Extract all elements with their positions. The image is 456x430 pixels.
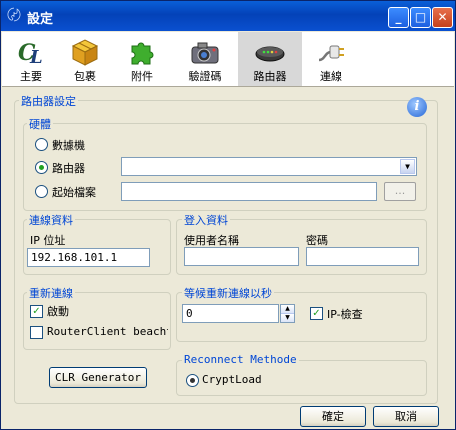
tab-connection[interactable]: 連線: [304, 32, 358, 86]
browse-button[interactable]: ...: [384, 182, 416, 201]
spin-up-icon[interactable]: ▲: [281, 305, 294, 314]
ip-label: IP 位址: [30, 234, 66, 247]
radio-script-label: 起始檔案: [52, 186, 96, 199]
app-icon: 〄: [7, 8, 21, 24]
tab-main[interactable]: C L 主要: [4, 32, 58, 86]
login-info-title: 登入資料: [182, 212, 230, 228]
username-input[interactable]: [184, 247, 299, 266]
seconds-spinner[interactable]: ▲ ▼: [280, 304, 295, 323]
routerclient-label: RouterClient beachten: [47, 325, 168, 338]
puzzle-icon: [131, 42, 154, 65]
reconnect-title: 重新連線: [27, 285, 75, 301]
router-settings-title: 路由器設定: [19, 93, 78, 109]
ip-check-checkbox[interactable]: ✓: [310, 307, 323, 320]
tab-captcha[interactable]: 驗證碼: [175, 32, 235, 86]
reconnect-method-title: Reconnect Methode: [182, 353, 299, 366]
minimize-button[interactable]: _: [388, 7, 409, 28]
title-bar[interactable]: 〄 設定 _ □ ✕: [1, 1, 455, 31]
ok-button[interactable]: 確定: [300, 406, 366, 427]
info-icon[interactable]: i: [407, 97, 427, 117]
radio-cryptload[interactable]: [186, 374, 199, 387]
password-label: 密碼: [306, 234, 328, 247]
svg-text:L: L: [29, 47, 43, 66]
script-path-input[interactable]: [121, 182, 377, 201]
password-input[interactable]: [306, 247, 419, 266]
package-icon: [71, 39, 99, 66]
tab-package[interactable]: 包裹: [58, 32, 112, 86]
ip-check-label: IP-檢查: [327, 308, 363, 321]
hardware-title: 硬體: [27, 116, 53, 132]
camera-icon: [191, 42, 219, 64]
radio-modem-label: 數據機: [52, 139, 85, 152]
routerclient-checkbox[interactable]: [30, 326, 43, 339]
spin-down-icon[interactable]: ▼: [281, 314, 294, 322]
seconds-input[interactable]: 0: [182, 304, 279, 323]
username-label: 使用者名稱: [184, 234, 239, 247]
plug-icon: [318, 45, 344, 62]
radio-router-label: 路由器: [52, 162, 85, 175]
clr-generator-button[interactable]: CLR Generator: [49, 367, 147, 388]
cancel-button[interactable]: 取消: [373, 406, 439, 427]
radio-script[interactable]: [35, 185, 48, 198]
tab-router[interactable]: 路由器: [238, 32, 302, 86]
ip-input[interactable]: 192.168.101.1: [27, 248, 150, 267]
close-button[interactable]: ✕: [432, 7, 453, 28]
radio-router[interactable]: [35, 161, 48, 174]
enable-label: 啟動: [47, 305, 69, 318]
radio-modem[interactable]: [35, 138, 48, 151]
router-icon: [255, 46, 285, 62]
maximize-button[interactable]: □: [410, 7, 431, 28]
cryptload-label: CryptLoad: [202, 373, 262, 386]
toolbar: C L 主要 包裹 附件 驗證碼 路由器 連線: [2, 32, 454, 87]
chevron-down-icon[interactable]: ▼: [400, 159, 415, 174]
router-select[interactable]: ▼: [121, 157, 417, 176]
tab-plugins[interactable]: 附件: [115, 32, 169, 86]
connection-info-title: 連線資料: [27, 212, 75, 228]
window-title: 設定: [27, 12, 54, 27]
cl-logo-icon: C L: [18, 40, 43, 66]
settings-window: 〄 設定 _ □ ✕ C L 主要 包裹 附件 驗證碼 路由器 連線 路由器設定…: [0, 0, 456, 430]
enable-checkbox[interactable]: ✓: [30, 305, 43, 318]
wait-title: 等候重新連線以秒: [182, 285, 274, 301]
